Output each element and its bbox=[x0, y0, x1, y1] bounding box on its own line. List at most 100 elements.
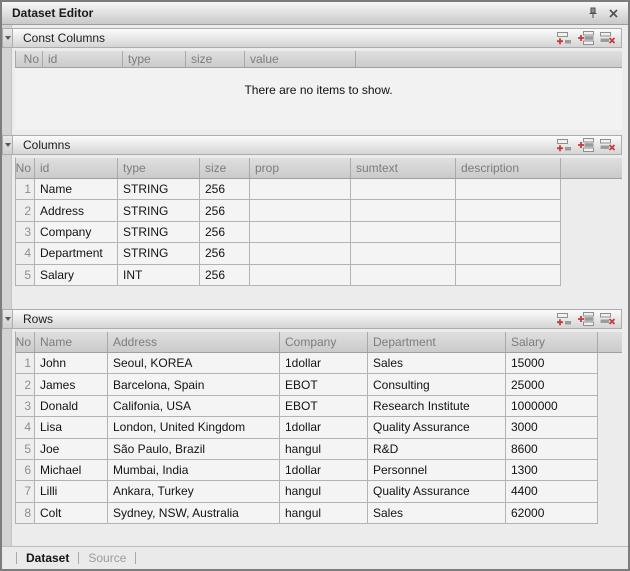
grid-cell[interactable]: 1dollar bbox=[280, 417, 368, 437]
grid-cell[interactable]: 4400 bbox=[506, 481, 598, 501]
grid-cell[interactable]: Lisa bbox=[35, 417, 108, 437]
grid-cell[interactable]: Salary bbox=[35, 265, 118, 285]
collapse-section-icon[interactable] bbox=[2, 135, 13, 155]
grid-cell[interactable]: Address bbox=[35, 200, 118, 220]
grid-cell[interactable]: Barcelona, Spain bbox=[108, 374, 280, 394]
grid-cell[interactable]: Ankara, Turkey bbox=[108, 481, 280, 501]
grid-cell[interactable]: EBOT bbox=[280, 396, 368, 416]
grid-cell[interactable]: STRING bbox=[118, 243, 200, 263]
grid-cell[interactable]: London, United Kingdom bbox=[108, 417, 280, 437]
grid-cell[interactable] bbox=[456, 222, 561, 242]
grid-cell[interactable] bbox=[456, 265, 561, 285]
grid-cell[interactable]: STRING bbox=[118, 222, 200, 242]
grid-cell[interactable]: Sales bbox=[368, 353, 506, 373]
grid-cell[interactable]: EBOT bbox=[280, 374, 368, 394]
grid-cell[interactable] bbox=[456, 200, 561, 220]
grid-cell[interactable]: 256 bbox=[200, 179, 250, 199]
dataset-editor-panel: Dataset Editor Const ColumnsNoidtypesize… bbox=[0, 0, 630, 571]
grid-cell[interactable] bbox=[351, 243, 456, 263]
row-number-cell: 6 bbox=[16, 460, 35, 480]
grid-cell[interactable]: 15000 bbox=[506, 353, 598, 373]
grid-cell[interactable]: Sales bbox=[368, 503, 506, 523]
grid-cell[interactable]: hangul bbox=[280, 439, 368, 459]
grid-cell[interactable]: Quality Assurance bbox=[368, 417, 506, 437]
table-row: 1JohnSeoul, KOREA1dollarSales15000 bbox=[16, 353, 598, 374]
grid-cell[interactable] bbox=[250, 243, 351, 263]
grid-cell[interactable]: 62000 bbox=[506, 503, 598, 523]
grid-cell[interactable] bbox=[351, 222, 456, 242]
grid-cell[interactable] bbox=[351, 200, 456, 220]
tab-dataset[interactable]: Dataset bbox=[26, 551, 69, 565]
delete-item-icon[interactable] bbox=[600, 138, 616, 152]
grid-cell[interactable] bbox=[351, 179, 456, 199]
grid-cell[interactable]: Mumbai, India bbox=[108, 460, 280, 480]
grid-cell[interactable]: Seoul, KOREA bbox=[108, 353, 280, 373]
grid-cell[interactable]: Research Institute bbox=[368, 396, 506, 416]
grid-cell[interactable]: 1300 bbox=[506, 460, 598, 480]
grid-cell[interactable]: 3000 bbox=[506, 417, 598, 437]
grid-cell[interactable]: Donald bbox=[35, 396, 108, 416]
delete-item-icon[interactable] bbox=[600, 31, 616, 45]
collapse-section-icon[interactable] bbox=[2, 309, 13, 329]
grid-cell[interactable] bbox=[250, 222, 351, 242]
grid-cell[interactable]: 1000000 bbox=[506, 396, 598, 416]
add-item-icon[interactable] bbox=[556, 312, 572, 326]
grid-cell[interactable]: James bbox=[35, 374, 108, 394]
column-header-filler bbox=[561, 158, 622, 178]
grid-cell[interactable]: Department bbox=[35, 243, 118, 263]
insert-item-icon[interactable] bbox=[578, 312, 594, 326]
tab-source[interactable]: Source bbox=[88, 551, 126, 565]
grid-cell[interactable]: Lilli bbox=[35, 481, 108, 501]
grid-cell[interactable]: Company bbox=[35, 222, 118, 242]
column-header: type bbox=[123, 51, 186, 67]
table-row: 3CompanySTRING256 bbox=[16, 222, 561, 243]
grid-cell[interactable]: Michael bbox=[35, 460, 108, 480]
grid-cell[interactable]: Quality Assurance bbox=[368, 481, 506, 501]
grid-cell[interactable] bbox=[250, 200, 351, 220]
collapse-section-icon[interactable] bbox=[2, 28, 13, 48]
tab-separator bbox=[16, 552, 17, 564]
grid-cell[interactable]: 25000 bbox=[506, 374, 598, 394]
grid-cell[interactable]: Name bbox=[35, 179, 118, 199]
grid-cell[interactable]: 1dollar bbox=[280, 460, 368, 480]
grid-cell[interactable]: 256 bbox=[200, 222, 250, 242]
column-header: type bbox=[118, 158, 200, 178]
grid-cell[interactable] bbox=[250, 179, 351, 199]
row-number-cell: 3 bbox=[16, 222, 35, 242]
grid-cell[interactable]: Consulting bbox=[368, 374, 506, 394]
grid-cell[interactable]: Sydney, NSW, Australia bbox=[108, 503, 280, 523]
section-const-columns: Const ColumnsNoidtypesizevalueThere are … bbox=[13, 28, 628, 130]
grid-cell[interactable] bbox=[456, 179, 561, 199]
pin-icon[interactable] bbox=[587, 7, 599, 19]
grid-cell[interactable]: São Paulo, Brazil bbox=[108, 439, 280, 459]
grid-cell[interactable]: hangul bbox=[280, 503, 368, 523]
grid-cell[interactable]: Colt bbox=[35, 503, 108, 523]
add-item-icon[interactable] bbox=[556, 31, 572, 45]
grid-cell[interactable] bbox=[250, 265, 351, 285]
grid-cell[interactable]: hangul bbox=[280, 481, 368, 501]
grid-cell[interactable]: Personnel bbox=[368, 460, 506, 480]
grid-cell[interactable]: STRING bbox=[118, 179, 200, 199]
grid-cell[interactable]: 256 bbox=[200, 265, 250, 285]
grid-cell[interactable]: Joe bbox=[35, 439, 108, 459]
close-icon[interactable] bbox=[608, 8, 619, 19]
grid-cell[interactable]: Califonia, USA bbox=[108, 396, 280, 416]
grid-cell[interactable]: 1dollar bbox=[280, 353, 368, 373]
grid-header-row: NoNameAddressCompanyDepartmentSalary bbox=[15, 331, 622, 353]
grid-cell[interactable]: 256 bbox=[200, 243, 250, 263]
grid-cell[interactable]: STRING bbox=[118, 200, 200, 220]
grid-cell[interactable] bbox=[456, 243, 561, 263]
grid-cell[interactable]: John bbox=[35, 353, 108, 373]
table-row: 4LisaLondon, United Kingdom1dollarQualit… bbox=[16, 417, 598, 438]
section-toolbar bbox=[556, 31, 616, 45]
insert-item-icon[interactable] bbox=[578, 138, 594, 152]
insert-item-icon[interactable] bbox=[578, 31, 594, 45]
grid-cell[interactable]: 256 bbox=[200, 200, 250, 220]
grid-cell[interactable]: INT bbox=[118, 265, 200, 285]
delete-item-icon[interactable] bbox=[600, 312, 616, 326]
add-item-icon[interactable] bbox=[556, 138, 572, 152]
grid-cell[interactable]: R&D bbox=[368, 439, 506, 459]
grid-cell[interactable]: 8600 bbox=[506, 439, 598, 459]
grid-cell[interactable] bbox=[351, 265, 456, 285]
section-title: Const Columns bbox=[23, 31, 556, 45]
